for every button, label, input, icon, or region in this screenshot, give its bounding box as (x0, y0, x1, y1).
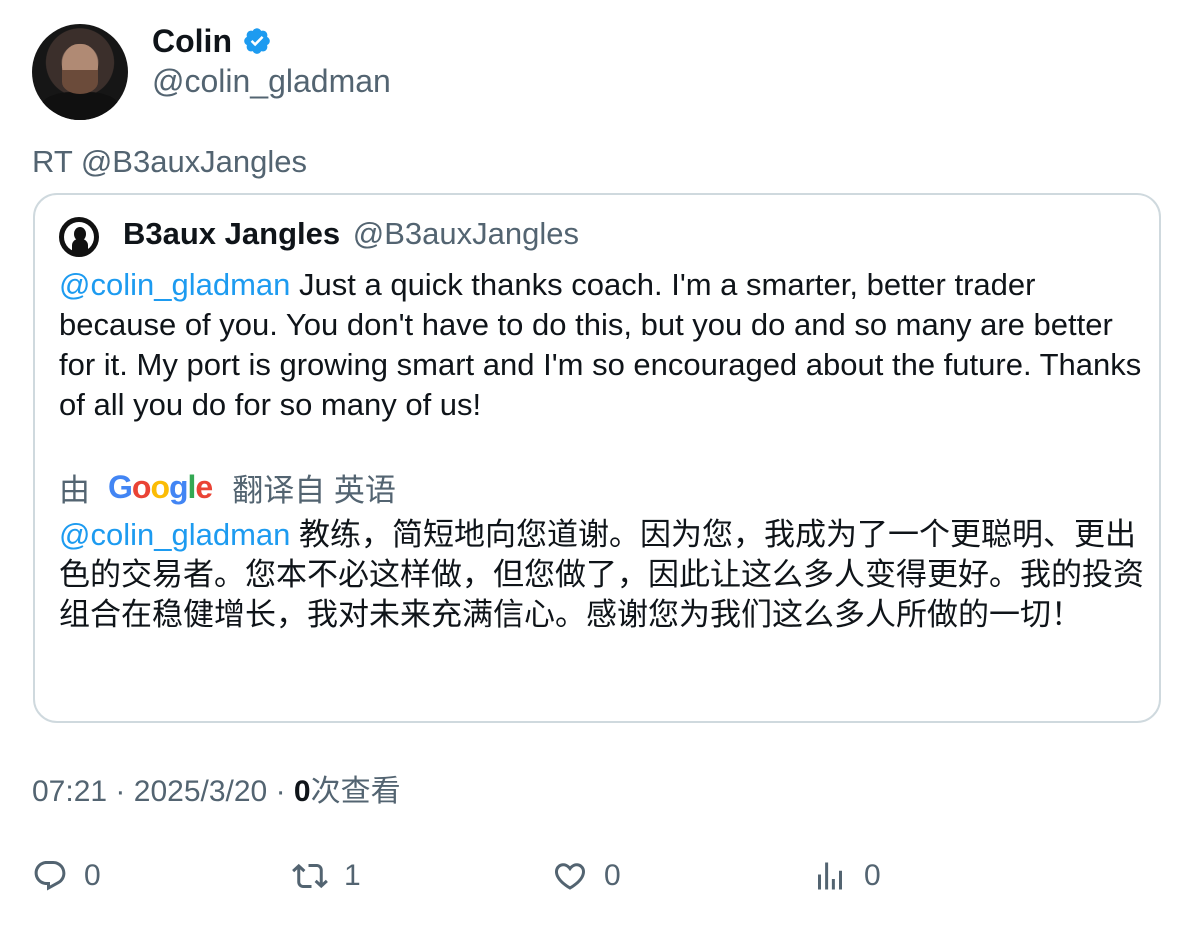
meta-separator: · (115, 775, 126, 808)
translated-mention-link[interactable]: @colin_gladman (59, 517, 290, 552)
quote-avatar-torso (72, 239, 88, 255)
translation-attribution: 由 Google 翻译自 英语 (59, 467, 396, 508)
action-bar: 0 1 0 0 (32, 858, 1172, 902)
retweet-label: RT @B3auxJangles (32, 144, 308, 179)
author-avatar[interactable] (32, 24, 128, 120)
avatar-body (40, 92, 120, 120)
like-icon (554, 863, 586, 890)
translation-suffix: 翻译自 英语 (232, 472, 396, 508)
views-count: 0 (864, 859, 881, 892)
translation-prefix: 由 (59, 472, 90, 508)
tweet-meta: 07:21 · 2025/3/20 · 0次查看 (32, 773, 401, 811)
author-name-row[interactable]: Colin (152, 22, 272, 60)
views-button[interactable]: 0 (812, 858, 881, 894)
view-label: 次查看 (310, 775, 401, 808)
views-icon (818, 862, 842, 890)
google-logo: Google (108, 468, 213, 505)
quote-author-row: B3aux Jangles @B3auxJangles (123, 215, 579, 253)
view-count: 0 (293, 775, 311, 808)
quoted-tweet-card[interactable]: B3aux Jangles @B3auxJangles @colin_gladm… (33, 193, 1161, 723)
retweet-button[interactable]: 1 (292, 858, 361, 894)
reply-icon (34, 861, 66, 891)
author-name[interactable]: Colin (152, 22, 232, 60)
tweet-time[interactable]: 07:21 (32, 775, 107, 808)
quote-author-handle[interactable]: @B3auxJangles (353, 216, 579, 251)
quote-avatar[interactable] (59, 217, 99, 257)
quote-text: @colin_gladman Just a quick thanks coach… (59, 265, 1149, 425)
retweet-icon (292, 863, 328, 889)
reply-count: 0 (84, 859, 101, 892)
retweet-count: 1 (344, 859, 361, 892)
author-handle[interactable]: @colin_gladman (152, 62, 391, 100)
tweet-date[interactable]: 2025/3/20 (134, 775, 267, 808)
meta-separator-2: · (275, 775, 286, 808)
like-count: 0 (604, 859, 621, 892)
verified-badge-icon (244, 28, 270, 54)
translated-text: @colin_gladman 教练，简短地向您道谢。因为您，我成为了一个更聪明、… (59, 515, 1149, 635)
quote-mention-link[interactable]: @colin_gladman (59, 267, 290, 302)
avatar-beard (62, 70, 98, 94)
quote-author-name[interactable]: B3aux Jangles (123, 216, 340, 251)
like-button[interactable]: 0 (552, 858, 621, 894)
reply-button[interactable]: 0 (32, 858, 101, 894)
